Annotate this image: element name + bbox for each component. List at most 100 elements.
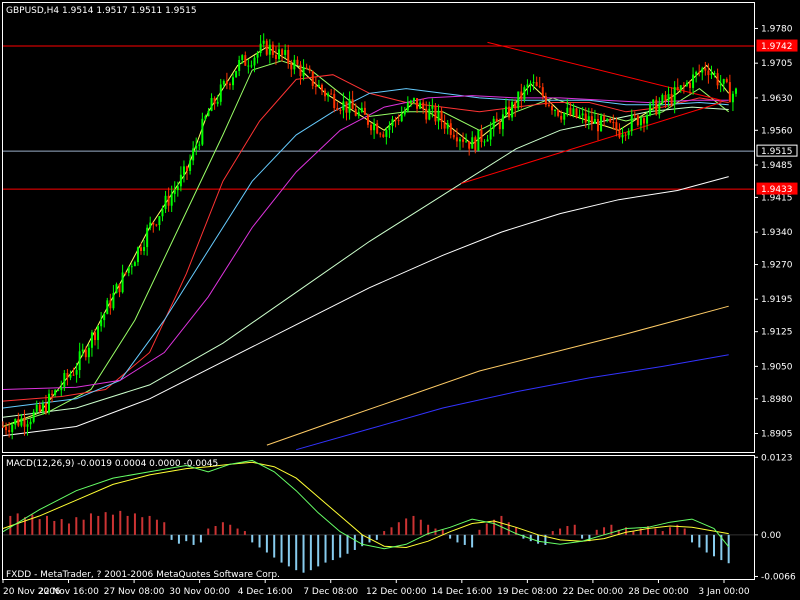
- candle-body: [63, 373, 66, 387]
- time-tick-label: 14 Dec 16:00: [432, 587, 493, 597]
- candle-body: [26, 424, 29, 427]
- candle-body: [692, 74, 695, 88]
- candle-body: [520, 91, 523, 100]
- candle-body: [661, 94, 664, 104]
- candle-body: [265, 40, 268, 55]
- candle-body: [664, 94, 667, 101]
- candle-body: [342, 101, 345, 111]
- candle-body: [434, 105, 437, 122]
- candle-body: [713, 73, 716, 75]
- candle-body: [14, 418, 17, 425]
- time-tick-label: 28 Dec 00:00: [628, 587, 689, 597]
- candle-body: [244, 55, 247, 66]
- candle-body: [492, 118, 495, 129]
- price-tick-label: 1.9340: [761, 228, 793, 238]
- candle-body: [584, 113, 587, 123]
- price-tick-label: 1.9270: [761, 261, 793, 271]
- candle-body: [213, 98, 216, 104]
- candle-body: [388, 126, 391, 130]
- candle-body: [228, 83, 231, 86]
- candle-body: [256, 53, 259, 58]
- candle-body: [642, 118, 645, 124]
- price-tick-label: 1.9705: [761, 59, 793, 69]
- candle-body: [192, 148, 195, 161]
- candle-body: [480, 130, 483, 142]
- price-tick-label: 1.8905: [761, 429, 793, 439]
- price-panel-frame: [2, 2, 755, 453]
- candle-body: [94, 332, 97, 341]
- candle-body: [538, 86, 541, 88]
- chart-canvas[interactable]: 1.97801.97051.96301.95601.94851.94151.93…: [0, 0, 800, 600]
- candle-body: [238, 60, 241, 71]
- candle-body: [685, 82, 688, 86]
- candle-body: [422, 102, 425, 109]
- candle-body: [612, 122, 615, 124]
- price-tick-label: 1.9560: [761, 126, 793, 136]
- candle-body: [100, 320, 103, 327]
- candle-body: [247, 65, 250, 67]
- candle-body: [124, 272, 127, 274]
- candle-body: [569, 107, 572, 116]
- trendline-1: [460, 102, 722, 185]
- candle-body: [373, 123, 376, 131]
- time-tick-label: 7 Dec 08:00: [303, 587, 358, 597]
- candle-body: [293, 59, 296, 70]
- candle-body: [225, 81, 228, 84]
- candle-body: [143, 247, 146, 252]
- candle-body: [673, 87, 676, 105]
- candle-body: [676, 87, 679, 90]
- candle-body: [704, 68, 707, 71]
- candle-body: [38, 404, 41, 412]
- candle-body: [471, 137, 474, 149]
- candle-body: [652, 99, 655, 104]
- candle-body: [431, 105, 434, 109]
- candle-body: [716, 73, 719, 86]
- candle-body: [112, 293, 115, 309]
- candle-body: [118, 284, 121, 293]
- candle-body: [219, 84, 222, 102]
- candle-body: [167, 195, 170, 206]
- candle-body: [394, 119, 397, 121]
- candle-body: [182, 166, 185, 175]
- time-tick-label: 22 Nov 16:00: [38, 587, 99, 597]
- axes: 1.97801.97051.96301.95601.94851.94151.93…: [2, 24, 798, 597]
- macd-plot: [2, 459, 754, 573]
- time-tick-label: 22 Dec 00:00: [563, 587, 624, 597]
- candle-body: [446, 123, 449, 129]
- candle-body: [72, 374, 75, 376]
- candle-body: [284, 49, 287, 55]
- candle-body: [106, 300, 109, 315]
- candle-body: [655, 99, 658, 115]
- macd-tick-label: 0.0123: [761, 453, 793, 463]
- candle-body: [235, 70, 238, 78]
- candle-body: [483, 141, 486, 143]
- candle-body: [621, 134, 624, 138]
- candle-body: [296, 59, 299, 65]
- candle-body: [719, 83, 722, 86]
- time-tick-label: 4 Dec 16:00: [238, 587, 293, 597]
- macd-panel-frame: [2, 455, 755, 580]
- candle-body: [268, 44, 271, 55]
- candle-body: [532, 82, 535, 84]
- candle-body: [397, 120, 400, 122]
- candle-body: [146, 227, 149, 248]
- candle-body: [317, 84, 320, 87]
- candle-body: [437, 110, 440, 122]
- price-tick-label: 1.9780: [761, 24, 793, 34]
- candle-body: [20, 418, 23, 426]
- candle-body: [554, 109, 557, 111]
- macd-macd-line: [2, 459, 730, 550]
- candle-body: [287, 49, 290, 64]
- candle-body: [428, 108, 431, 120]
- candle-body: [603, 115, 606, 121]
- candle-body: [535, 82, 538, 87]
- price-tick-label: 1.9630: [761, 94, 793, 104]
- candle-body: [302, 67, 305, 77]
- candle-body: [216, 101, 219, 104]
- candle-body: [330, 93, 333, 95]
- candle-body: [253, 57, 256, 66]
- candle-body: [526, 84, 529, 88]
- candle-body: [695, 71, 698, 75]
- candle-body: [382, 134, 385, 137]
- candle-body: [544, 95, 547, 105]
